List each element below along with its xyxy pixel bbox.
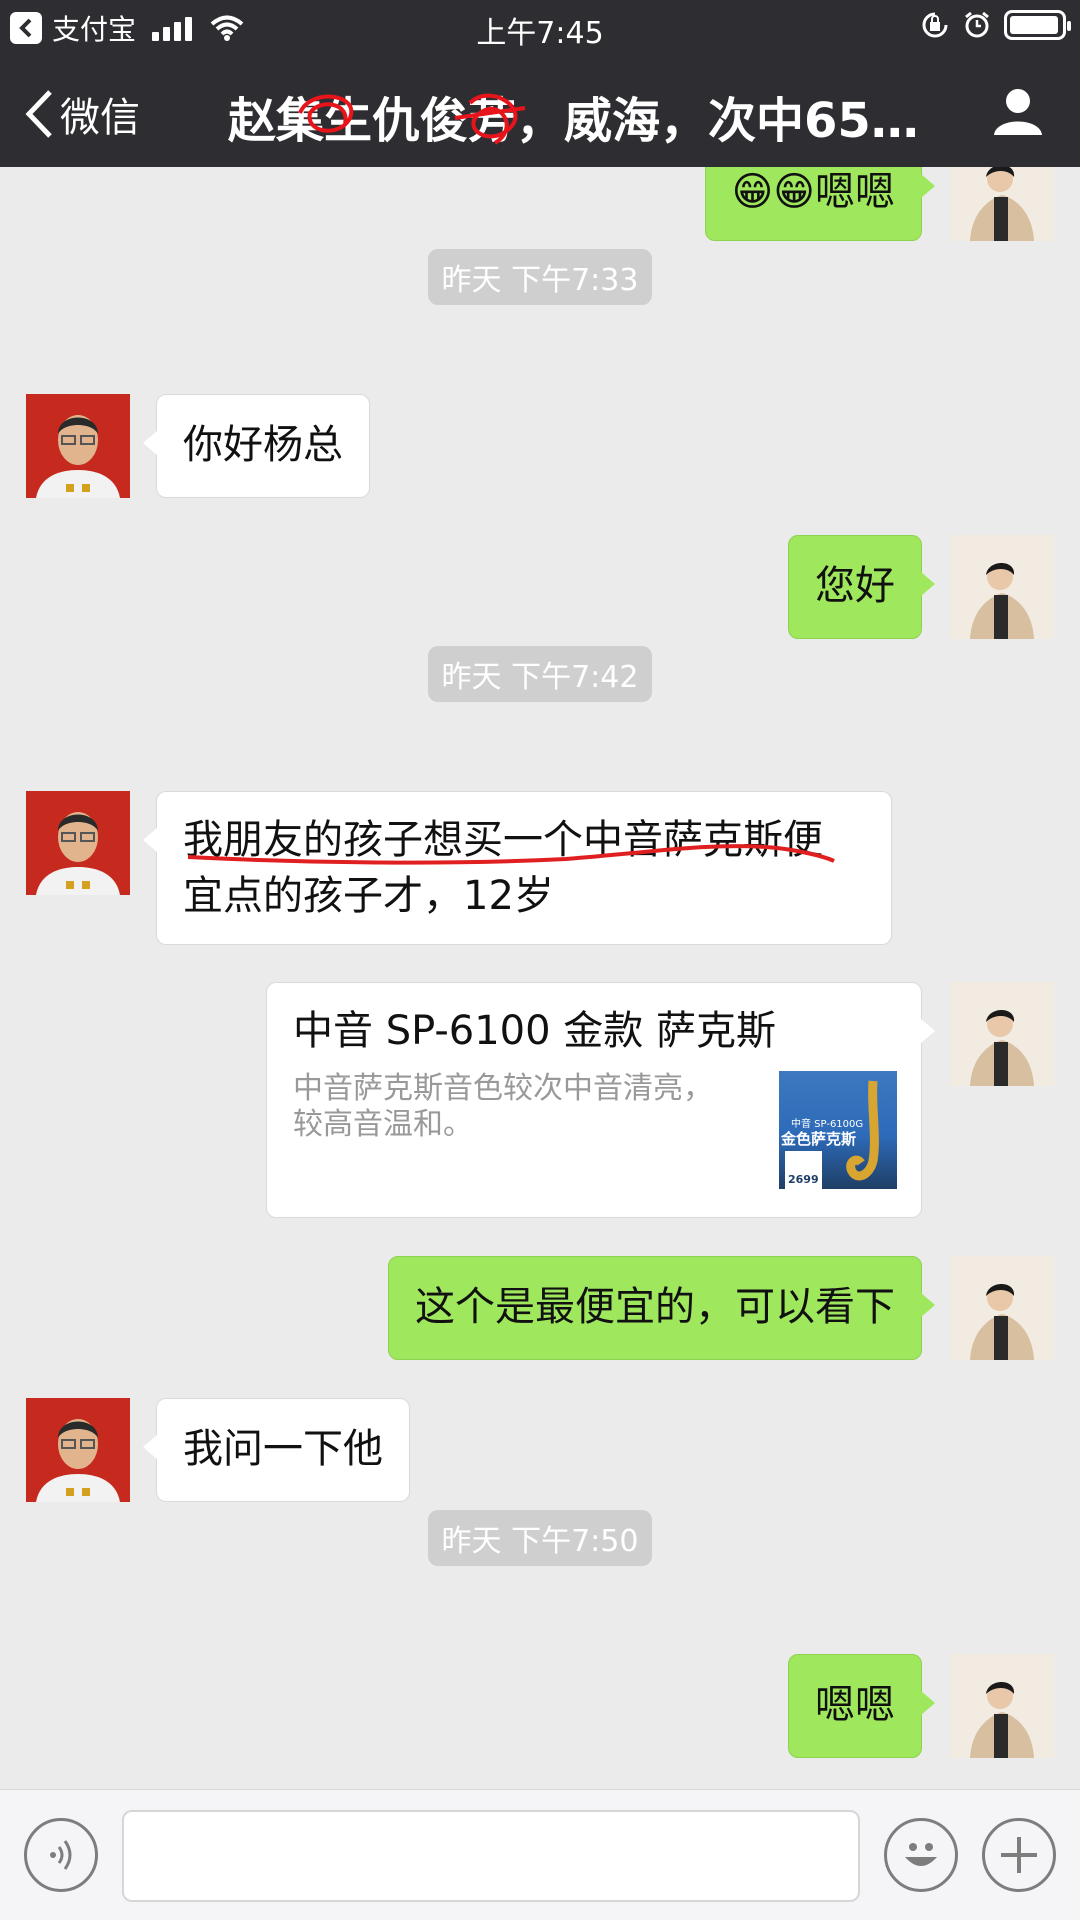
card-thumbnail: 中音 SP-6100G 金色萨克斯 2699 xyxy=(779,1071,897,1189)
chat-area[interactable]: 😁😁嗯嗯 昨天 下午7:33 你好杨总 您好 昨天 下午7:42 我朋友的孩子想… xyxy=(0,167,1080,1789)
message-bubble-sent[interactable]: 您好 xyxy=(788,535,935,639)
alarm-icon xyxy=(965,11,989,38)
message-bubble-sent[interactable]: 嗯嗯 xyxy=(788,1654,935,1758)
message-text: 嗯嗯 xyxy=(815,1682,895,1728)
my-avatar[interactable] xyxy=(950,982,1054,1086)
status-right xyxy=(920,10,1071,40)
red-underline-annotation xyxy=(187,844,835,865)
message-bubble-received[interactable]: 我问一下他 xyxy=(143,1398,410,1502)
my-avatar[interactable] xyxy=(950,167,1054,241)
contact-avatar[interactable] xyxy=(26,1398,130,1502)
time-divider-text: 昨天 下午7:33 xyxy=(427,249,653,305)
redaction-scribble xyxy=(298,93,526,145)
time-divider-text: 昨天 下午7:42 xyxy=(427,646,653,702)
status-time: 上午7:45 xyxy=(476,16,604,51)
rotation-lock-icon xyxy=(922,12,948,38)
chevron-left-icon xyxy=(25,90,52,138)
message-text: 这个是最便宜的，可以看下 xyxy=(415,1284,895,1330)
message-input[interactable] xyxy=(122,1810,860,1902)
message-bubble-received[interactable]: 你好杨总 xyxy=(143,394,370,498)
voice-icon xyxy=(50,1840,72,1870)
message-text: 我问一下他 xyxy=(183,1426,383,1472)
input-bar xyxy=(0,1789,1080,1920)
emoji-button[interactable] xyxy=(884,1818,958,1892)
message-bubble-sent[interactable]: 这个是最便宜的，可以看下 xyxy=(388,1256,935,1360)
message-text: 😁😁嗯嗯 xyxy=(731,169,895,215)
voice-button[interactable] xyxy=(24,1818,98,1892)
my-avatar[interactable] xyxy=(950,1654,1054,1758)
time-divider-text: 昨天 下午7:50 xyxy=(427,1510,653,1566)
message-bubble-sent[interactable]: 😁😁嗯嗯 xyxy=(704,167,936,241)
battery-icon xyxy=(1004,10,1071,40)
time-divider: 昨天 下午7:33 xyxy=(0,249,1080,305)
battery-fill xyxy=(1010,16,1058,34)
card-title: 中音 SP-6100 金款 萨克斯 xyxy=(293,1008,777,1054)
card-description: 中音萨克斯音色较次中音清亮，较高音温和。 xyxy=(293,1071,713,1142)
message-text: 您好 xyxy=(815,563,895,609)
plus-icon xyxy=(1001,1837,1037,1873)
time-divider: 昨天 下午7:50 xyxy=(0,1510,1080,1566)
contact-avatar[interactable] xyxy=(26,791,130,895)
my-avatar[interactable] xyxy=(950,535,1054,639)
message-text: 你好杨总 xyxy=(183,422,343,468)
status-bar: 支付宝 上午7:45 xyxy=(0,0,1080,55)
time-divider: 昨天 下午7:42 xyxy=(0,646,1080,702)
contact-avatar[interactable] xyxy=(26,394,130,498)
profile-icon xyxy=(994,89,1042,135)
emoji-icon xyxy=(905,1843,937,1866)
link-card[interactable]: 中音 SP-6100 金款 萨克斯 中音萨克斯音色较次中音清亮，较高音温和。 中… xyxy=(266,982,935,1218)
chat-info-button[interactable] xyxy=(992,85,1044,141)
nav-bar: 微信 赵集生仇俊芳，威海，次中65… xyxy=(0,55,1080,167)
thumb-price: 2699 xyxy=(785,1151,822,1189)
my-avatar[interactable] xyxy=(950,1256,1054,1360)
back-label: 微信 xyxy=(60,95,140,141)
more-button[interactable] xyxy=(982,1818,1056,1892)
back-button[interactable]: 微信 xyxy=(24,85,140,143)
